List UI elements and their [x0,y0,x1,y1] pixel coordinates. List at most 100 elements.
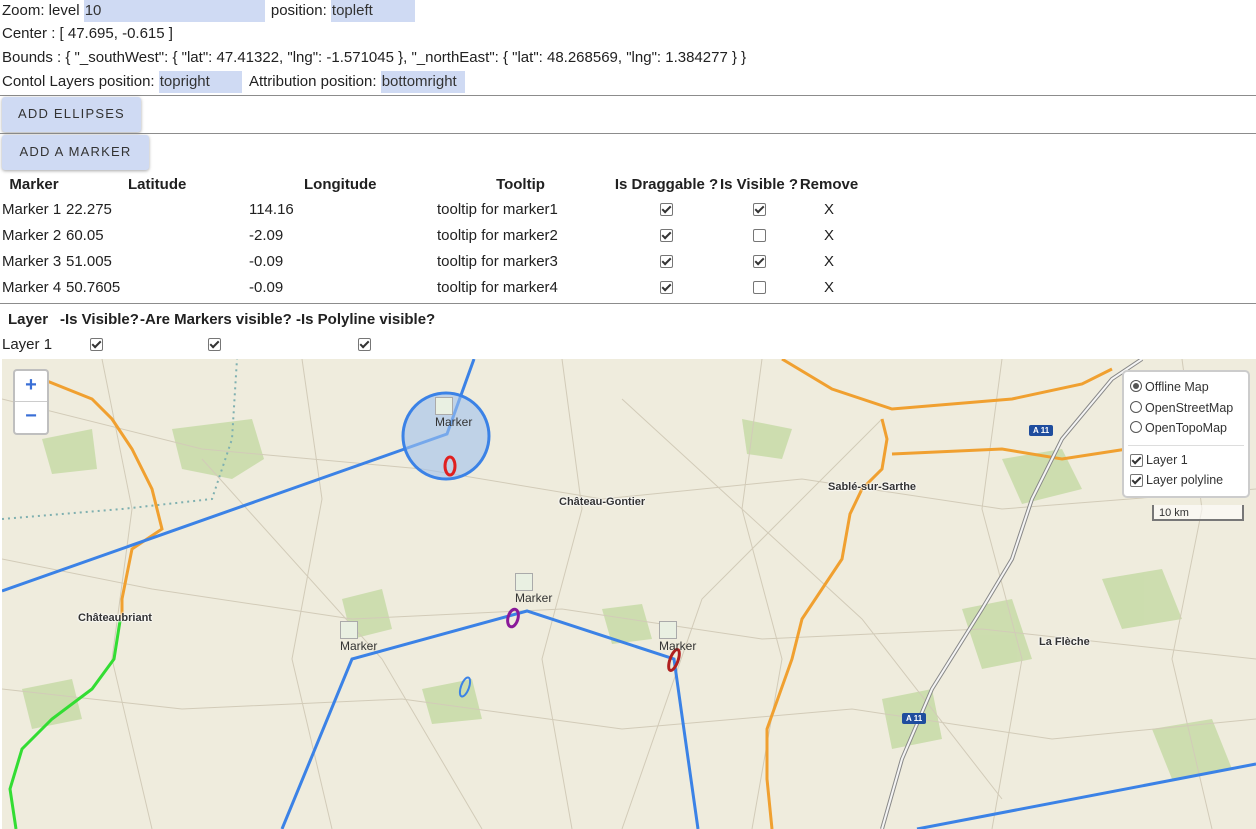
map-marker[interactable]: Marker [659,621,696,653]
marker-lat: 60.05 [66,226,104,244]
layers-position-input[interactable]: topright [158,71,242,93]
markers-visible-checkbox[interactable] [208,338,221,352]
map-tiles [2,359,1256,829]
marker-tooltip: tooltip for marker4 [437,278,558,296]
col-layer: Layer [8,310,49,328]
col-markers-visible: -Are Markers visible? [140,310,292,328]
layer-table: Layer -Is Visible? -Are Markers visible?… [2,307,436,357]
marker-label: Marker [659,639,697,653]
marker-label: Marker [340,639,378,653]
draggable-checkbox[interactable] [660,255,673,269]
add-marker-button[interactable]: ADD A MARKER [2,135,149,170]
col-remove: Remove [799,175,859,193]
overlay-layer-polyline[interactable]: Layer polyline [1130,471,1223,489]
layer-control: Offline Map OpenStreetMap OpenTopoMap La… [1122,370,1250,498]
map-marker[interactable]: Marker [515,573,552,605]
zoom-row: Zoom: level 10 position: topleft [2,0,415,22]
remove-marker-button[interactable]: X [799,274,859,300]
overlay-checkbox[interactable] [1130,454,1143,468]
zoom-level-input[interactable]: 10 [83,0,265,22]
city-label: La Flèche [1039,636,1090,648]
map-marker[interactable]: Marker [340,621,377,653]
marker-table-header: Marker Latitude Longitude Tooltip Is Dra… [2,172,859,196]
remove-marker-button[interactable]: X [799,222,859,248]
city-label: Châteaubriant [78,612,152,624]
city-label: Château-Gontier [559,496,646,508]
road-shield: A 11 [1029,425,1054,436]
marker-lat: 22.275 [66,200,112,218]
marker-lat: 51.005 [66,252,112,270]
layer-separator [1128,445,1244,446]
base-layer-label: OpenStreetMap [1145,401,1234,415]
attribution-position-label: Attribution position: [248,73,377,90]
overlay-layer-1[interactable]: Layer 1 [1130,451,1188,469]
zoom-position-input[interactable]: topleft [330,0,415,22]
draggable-checkbox[interactable] [660,229,673,243]
remove-marker-button[interactable]: X [799,196,859,222]
base-layer-offline[interactable]: Offline Map [1130,378,1209,396]
base-layer-label: OpenTopoMap [1145,421,1228,435]
visible-checkbox[interactable] [752,255,766,269]
map[interactable]: Château-Gontier Sablé-sur-Sarthe Château… [2,359,1256,829]
bounds-text: Bounds : { "_southWest": { "lat": 47.413… [2,49,747,66]
base-layer-label: Offline Map [1145,380,1209,394]
marker-label: Marker [435,415,473,429]
marker-name: Marker 1 [2,200,62,218]
zoom-out-button[interactable]: − [15,402,47,432]
remove-marker-button[interactable]: X [799,248,859,274]
marker-table: Marker Latitude Longitude Tooltip Is Dra… [2,172,859,300]
center-text: Center : [ 47.695, -0.615 ] [2,25,173,42]
marker-image-icon [340,621,358,639]
polyline-visible-checkbox[interactable] [358,338,371,352]
layer-visible-checkbox[interactable] [90,338,103,352]
col-longitude: Longitude [304,175,377,193]
radio-icon[interactable] [1130,421,1142,433]
draggable-checkbox[interactable] [660,203,673,217]
map-marker[interactable]: Marker [435,397,472,429]
zoom-control: + − [13,369,49,435]
marker-lng: -0.09 [249,252,284,270]
marker-image-icon [515,573,533,591]
col-latitude: Latitude [128,175,187,193]
col-visible: Is Visible ? [719,175,799,193]
zoom-label: Zoom: level [2,2,80,19]
marker-image-icon [435,397,453,415]
scale-bar: 10 km [1152,505,1244,521]
overlay-checkbox[interactable] [1130,474,1143,488]
marker-name: Marker 3 [2,252,62,270]
marker-row: Marker 4 50.7605 -0.09 tooltip for marker4 X [2,274,859,300]
base-layer-osm[interactable]: OpenStreetMap [1130,399,1233,417]
layer-name: Layer 1 [2,335,53,353]
marker-row: Marker 3 51.005 -0.09 tooltip for marker3 X [2,248,859,274]
overlay-label: Layer polyline [1146,473,1224,487]
forest-areas [22,419,1232,779]
base-layer-topo[interactable]: OpenTopoMap [1130,419,1227,437]
col-marker: Marker [9,175,59,193]
col-layer-visible: -Is Visible? [60,310,139,328]
divider [0,133,1256,134]
draggable-checkbox[interactable] [660,281,673,295]
marker-label: Marker [515,591,553,605]
visible-checkbox[interactable] [752,203,766,217]
marker-lng: -0.09 [249,278,284,296]
controls-row: Contol Layers position: topright Attribu… [2,71,465,93]
zoom-in-button[interactable]: + [15,371,47,402]
layer-row: Layer 1 [2,331,436,357]
visible-checkbox[interactable] [752,281,766,295]
green-route [8,620,122,829]
layers-position-label: Contol Layers position: [2,73,155,90]
radio-icon[interactable] [1130,401,1142,413]
marker-row: Marker 1 22.275 114.16 tooltip for marker1 X [2,196,859,222]
attribution-position-input[interactable]: bottomright [380,71,465,93]
divider [0,95,1256,96]
zoom-position-label: position: [270,2,327,19]
marker-tooltip: tooltip for marker3 [437,252,558,270]
col-polyline-visible: -Is Polyline visible? [296,310,436,328]
add-ellipses-button[interactable]: ADD ELLIPSES [2,97,141,132]
marker-lng: -2.09 [249,226,284,244]
visible-checkbox[interactable] [752,229,766,243]
marker-lat: 50.7605 [66,278,121,296]
motorway [880,359,1144,829]
radio-icon[interactable] [1130,380,1142,392]
marker-name: Marker 4 [2,278,62,296]
